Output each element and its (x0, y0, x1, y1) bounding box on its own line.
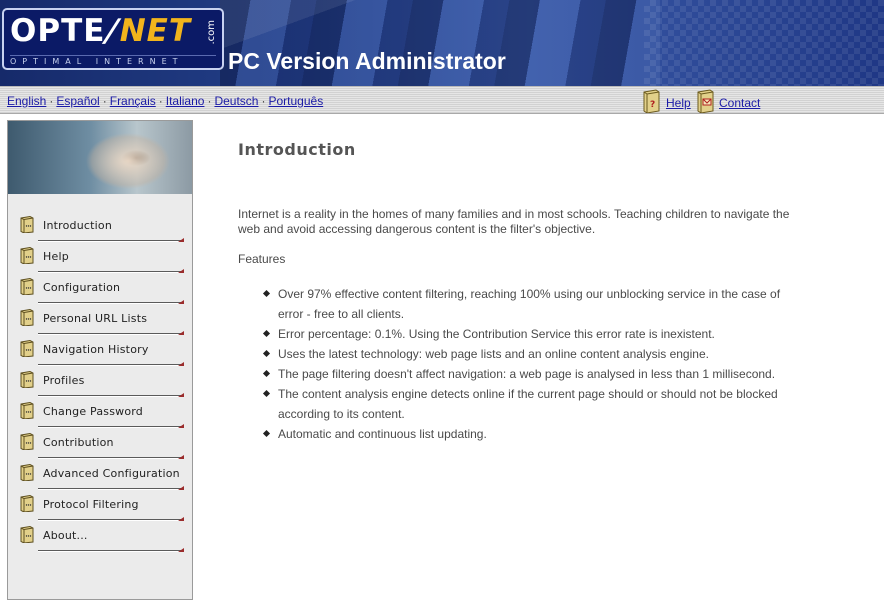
sidebar-item-help[interactable]: Help (16, 242, 186, 273)
language-link-portugues[interactable]: Português (268, 94, 323, 108)
logo-text-right: NET (119, 13, 192, 49)
language-link-italiano[interactable]: Italiano (166, 94, 205, 108)
book-icon (20, 215, 34, 234)
features-heading: Features (238, 252, 286, 266)
sidebar-item-label: Personal URL Lists (43, 312, 148, 325)
help-book-icon[interactable]: ? (641, 89, 661, 114)
language-bar: English · Español · Français · Italiano · Deutsc… (0, 86, 884, 114)
language-link-english[interactable]: English (7, 94, 46, 108)
book-icon (20, 432, 34, 451)
sidebar-item-advanced-configuration[interactable]: Advanced Configuration (16, 459, 186, 490)
svg-text:?: ? (650, 100, 655, 110)
sidebar-item-protocol-filtering[interactable]: Protocol Filtering (16, 490, 186, 521)
sidebar-item-contribution[interactable]: Contribution (16, 428, 186, 459)
sidebar-item-label: Help (43, 250, 69, 263)
language-link-francais[interactable]: Français (110, 94, 156, 108)
book-icon (20, 494, 34, 513)
feature-item: Uses the latest technology: web page lis… (264, 344, 784, 364)
sidebar-item-label: Contribution (43, 436, 114, 449)
banner-pattern (644, 0, 884, 86)
main-content: Introduction Internet is a reality in th… (238, 140, 798, 441)
feature-item: Error percentage: 0.1%. Using the Contri… (264, 324, 784, 344)
sidebar-item-profiles[interactable]: Profiles (16, 366, 186, 397)
sidebar-item-introduction[interactable]: Introduction (16, 211, 186, 242)
sidebar-item-about[interactable]: About... (16, 521, 186, 552)
sidebar-item-label: About... (43, 529, 88, 542)
book-icon (20, 246, 34, 265)
sidebar-item-personal-url-lists[interactable]: Personal URL Lists (16, 304, 186, 335)
book-icon (20, 370, 34, 389)
feature-item: The content analysis engine detects onli… (264, 384, 784, 424)
book-icon (20, 525, 34, 544)
page-title: Introduction (238, 140, 356, 159)
menu-divider (38, 550, 183, 552)
sidebar-menu: Introduction Help Configuration Personal UR… (16, 211, 186, 552)
language-link-espanol[interactable]: Español (56, 94, 99, 108)
sidebar-item-navigation-history[interactable]: Navigation History (16, 335, 186, 366)
sidebar-item-configuration[interactable]: Configuration (16, 273, 186, 304)
feature-item: Automatic and continuous list updating. (264, 424, 784, 444)
help-link[interactable]: Help (666, 96, 691, 110)
header-banner: OPTE/NET .com OPTIMAL INTERNET PC Versio… (0, 0, 884, 86)
sidebar-item-label: Navigation History (43, 343, 149, 356)
book-icon (20, 277, 34, 296)
language-links: English · Español · Français · Italiano · Deutsc… (7, 94, 324, 108)
language-link-deutsch[interactable]: Deutsch (214, 94, 258, 108)
sidebar-child-photo (8, 121, 192, 194)
app-title: PC Version Administrator (228, 48, 506, 74)
logo-tagline: OPTIMAL INTERNET (10, 55, 216, 66)
sidebar-item-label: Change Password (43, 405, 143, 418)
logo-dotcom: .com (206, 20, 217, 45)
book-icon (20, 339, 34, 358)
contact-link[interactable]: Contact (719, 96, 760, 110)
features-list: Over 97% effective content filtering, re… (264, 284, 784, 444)
sidebar-item-label: Configuration (43, 281, 121, 294)
logo-text-left: OPTE (10, 13, 106, 49)
sidebar-item-label: Advanced Configuration (43, 467, 180, 480)
contact-book-icon[interactable] (695, 89, 715, 114)
intro-paragraph: Internet is a reality in the homes of ma… (238, 207, 790, 236)
sidebar-item-label: Protocol Filtering (43, 498, 139, 511)
sidebar-item-change-password[interactable]: Change Password (16, 397, 186, 428)
sidebar-item-label: Profiles (43, 374, 85, 387)
feature-item: The page filtering doesn't affect naviga… (264, 364, 784, 384)
sidebar: Introduction Help Configuration Personal UR… (7, 120, 193, 600)
book-icon (20, 463, 34, 482)
optenet-logo: OPTE/NET .com OPTIMAL INTERNET (2, 8, 224, 70)
feature-item: Over 97% effective content filtering, re… (264, 284, 784, 324)
sidebar-item-label: Introduction (43, 219, 113, 232)
book-icon (20, 308, 34, 327)
book-icon (20, 401, 34, 420)
